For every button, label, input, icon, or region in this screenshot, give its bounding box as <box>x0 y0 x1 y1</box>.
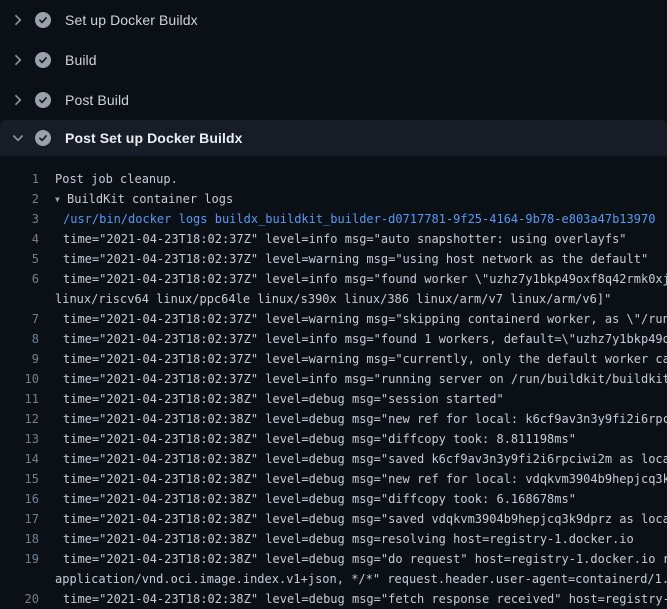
chevron-right-icon <box>10 92 26 108</box>
line-number[interactable]: 5 <box>0 249 39 269</box>
check-circle-icon <box>35 52 51 68</box>
line-number[interactable]: 9 <box>0 349 39 369</box>
log-text: time="2021-04-23T18:02:38Z" level=debug … <box>63 429 576 449</box>
log-line: 5 time="2021-04-23T18:02:37Z" level=warn… <box>0 249 667 269</box>
log-text: time="2021-04-23T18:02:38Z" level=debug … <box>63 509 667 529</box>
line-number[interactable]: 16 <box>0 489 39 509</box>
line-number[interactable]: 8 <box>0 329 39 349</box>
log-line: 9 time="2021-04-23T18:02:37Z" level=warn… <box>0 349 667 369</box>
line-number[interactable]: 7 <box>0 309 39 329</box>
check-circle-icon <box>35 92 51 108</box>
log-text: time="2021-04-23T18:02:38Z" level=debug … <box>63 389 504 409</box>
log-line: 20 time="2021-04-23T18:02:38Z" level=deb… <box>0 589 667 609</box>
log-line: application/vnd.oci.image.index.v1+json,… <box>0 569 667 589</box>
log-line: 2 ▼ BuildKit container logs <box>0 189 667 209</box>
check-circle-icon <box>35 12 51 28</box>
log-line: 4 time="2021-04-23T18:02:37Z" level=info… <box>0 229 667 249</box>
log-line: 14 time="2021-04-23T18:02:38Z" level=deb… <box>0 449 667 469</box>
step-title: Set up Docker Buildx <box>65 12 198 28</box>
line-number[interactable]: 18 <box>0 529 39 549</box>
log-area: 1 Post job cleanup. 2 ▼ BuildKit contain… <box>0 156 667 609</box>
log-text: application/vnd.oci.image.index.v1+json,… <box>55 569 667 589</box>
line-number[interactable]: 19 <box>0 549 39 569</box>
log-text: time="2021-04-23T18:02:37Z" level=info m… <box>63 269 667 289</box>
line-number[interactable]: 17 <box>0 509 39 529</box>
log-text: time="2021-04-23T18:02:38Z" level=debug … <box>63 529 634 549</box>
log-line: 10 time="2021-04-23T18:02:37Z" level=inf… <box>0 369 667 389</box>
log-text: time="2021-04-23T18:02:37Z" level=warnin… <box>63 349 667 369</box>
log-text: time="2021-04-23T18:02:37Z" level=info m… <box>63 329 667 349</box>
log-text: linux/riscv64 linux/ppc64le linux/s390x … <box>55 289 611 309</box>
line-number[interactable]: 11 <box>0 389 39 409</box>
steps-list: Set up Docker Buildx Build Post Buil <box>0 0 667 156</box>
log-line: 17 time="2021-04-23T18:02:38Z" level=deb… <box>0 509 667 529</box>
step-title: Post Set up Docker Buildx <box>65 130 243 146</box>
step-header-post-build[interactable]: Post Build <box>0 80 667 120</box>
log-text: time="2021-04-23T18:02:37Z" level=warnin… <box>63 249 648 269</box>
log-line: 15 time="2021-04-23T18:02:38Z" level=deb… <box>0 469 667 489</box>
group-toggle-icon[interactable]: ▼ <box>55 190 67 210</box>
check-circle-icon <box>35 130 51 146</box>
log-text: time="2021-04-23T18:02:37Z" level=info m… <box>63 369 667 389</box>
step-header-build[interactable]: Build <box>0 40 667 80</box>
log-line: 6 time="2021-04-23T18:02:37Z" level=info… <box>0 269 667 289</box>
log-text: Post job cleanup. <box>55 169 178 189</box>
log-text: time="2021-04-23T18:02:38Z" level=debug … <box>63 549 667 569</box>
log-line: 12 time="2021-04-23T18:02:38Z" level=deb… <box>0 409 667 429</box>
line-number[interactable]: 3 <box>0 209 39 229</box>
log-text: time="2021-04-23T18:02:38Z" level=debug … <box>63 469 667 489</box>
log-text: time="2021-04-23T18:02:37Z" level=warnin… <box>63 309 667 329</box>
line-number[interactable]: 20 <box>0 589 39 609</box>
log-line: 11 time="2021-04-23T18:02:38Z" level=deb… <box>0 389 667 409</box>
log-line: 7 time="2021-04-23T18:02:37Z" level=warn… <box>0 309 667 329</box>
step-title: Build <box>65 52 97 68</box>
line-number[interactable]: 14 <box>0 449 39 469</box>
log-text: time="2021-04-23T18:02:37Z" level=info m… <box>63 229 627 249</box>
log-line: 13 time="2021-04-23T18:02:38Z" level=deb… <box>0 429 667 449</box>
line-number[interactable]: 10 <box>0 369 39 389</box>
log-line: 19 time="2021-04-23T18:02:38Z" level=deb… <box>0 549 667 569</box>
log-text: time="2021-04-23T18:02:38Z" level=debug … <box>63 489 576 509</box>
log-text: time="2021-04-23T18:02:38Z" level=debug … <box>63 449 667 469</box>
log-line: 8 time="2021-04-23T18:02:37Z" level=info… <box>0 329 667 349</box>
chevron-right-icon <box>10 12 26 28</box>
log-text: /usr/bin/docker logs buildx_buildkit_bui… <box>63 209 655 229</box>
log-line: 3 /usr/bin/docker logs buildx_buildkit_b… <box>0 209 667 229</box>
line-number[interactable]: 15 <box>0 469 39 489</box>
step-header-post-set-up-docker-buildx[interactable]: Post Set up Docker Buildx <box>0 120 667 156</box>
line-number[interactable]: 1 <box>0 169 39 189</box>
log-line: 18 time="2021-04-23T18:02:38Z" level=deb… <box>0 529 667 549</box>
log-line: 16 time="2021-04-23T18:02:38Z" level=deb… <box>0 489 667 509</box>
line-number[interactable]: 6 <box>0 269 39 289</box>
step-title: Post Build <box>65 92 129 108</box>
log-text: time="2021-04-23T18:02:38Z" level=debug … <box>63 589 667 609</box>
line-number[interactable]: 12 <box>0 409 39 429</box>
log-line: linux/riscv64 linux/ppc64le linux/s390x … <box>0 289 667 309</box>
line-number[interactable]: 4 <box>0 229 39 249</box>
log-text[interactable]: BuildKit container logs <box>67 189 233 209</box>
line-number[interactable]: 13 <box>0 429 39 449</box>
log-line: 1 Post job cleanup. <box>0 169 667 189</box>
log-text: time="2021-04-23T18:02:38Z" level=debug … <box>63 409 667 429</box>
chevron-right-icon <box>10 52 26 68</box>
step-header-set-up-docker-buildx[interactable]: Set up Docker Buildx <box>0 0 667 40</box>
line-number[interactable]: 2 <box>0 189 39 209</box>
chevron-down-icon <box>10 130 26 146</box>
